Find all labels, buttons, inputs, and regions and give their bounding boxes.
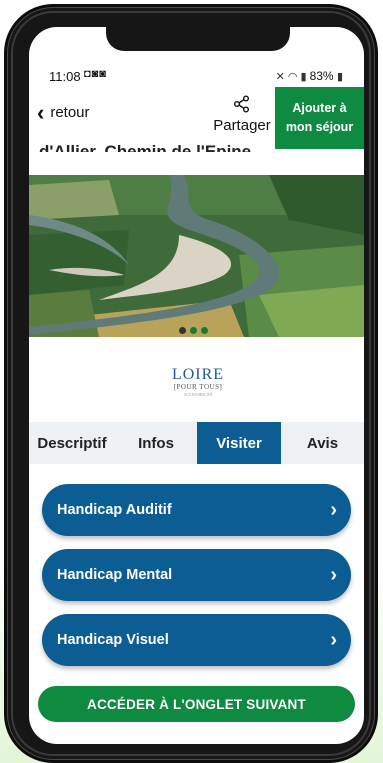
handicap-auditif-button[interactable]: Handicap Auditif › — [42, 484, 351, 536]
battery-icon: ▮ — [336, 71, 343, 83]
carousel-dot[interactable] — [190, 327, 197, 334]
section-label: Handicap Auditif — [57, 502, 172, 518]
status-bar: 11:08 ◘◙◙ ✕ ◠ ▮ 83% ▮ — [29, 66, 364, 86]
battery-level: 83% — [309, 69, 334, 83]
mute-icon: ✕ — [275, 71, 285, 83]
carousel-dot[interactable] — [179, 327, 186, 334]
share-label: Partager — [213, 117, 271, 134]
chevron-right-icon: › — [330, 563, 337, 586]
logo-sub-text: [POUR TOUS] — [173, 383, 223, 391]
notification-icons: ◘◙◙ — [84, 68, 107, 80]
aerial-river-photo — [29, 175, 364, 337]
next-tab-button[interactable]: ACCÉDER À L'ONGLET SUIVANT — [38, 686, 355, 722]
logo-tag-text: ACCESSIBILITÉ — [183, 392, 213, 397]
status-time: 11:08 — [49, 69, 81, 84]
hero-image[interactable] — [29, 175, 364, 337]
section-label: Handicap Visuel — [57, 632, 169, 648]
tab-bar: Descriptif Infos Visiter Avis — [29, 422, 364, 464]
app-screen: 11:08 ◘◙◙ ✕ ◠ ▮ 83% ▮ ‹ retour Partager Ajo… — [29, 27, 364, 744]
back-button[interactable]: ‹ retour — [37, 99, 90, 125]
page-title: d'Allier, Chemin de l'Epine — [39, 142, 252, 152]
chevron-right-icon: › — [330, 628, 337, 651]
share-icon — [234, 95, 249, 113]
loire-pour-tous-logo: LOIRE [POUR TOUS] ACCESSIBILITÉ — [170, 366, 226, 404]
handicap-mental-button[interactable]: Handicap Mental › — [42, 549, 351, 601]
chevron-right-icon: › — [330, 498, 337, 521]
wifi-icon: ◠ — [287, 71, 298, 83]
section-label: Handicap Mental — [57, 567, 173, 583]
carousel-dots[interactable] — [179, 327, 208, 334]
back-label: retour — [50, 104, 90, 121]
handicap-visuel-button[interactable]: Handicap Visuel › — [42, 614, 351, 666]
tab-visiter[interactable]: Visiter — [197, 422, 281, 464]
chevron-left-icon: ‹ — [37, 99, 45, 125]
camera-notch — [106, 27, 290, 51]
tab-descriptif[interactable]: Descriptif — [29, 422, 115, 464]
tab-infos[interactable]: Infos — [115, 422, 197, 464]
status-indicators: ✕ ◠ ▮ 83% ▮ — [276, 69, 346, 83]
tab-avis[interactable]: Avis — [281, 422, 364, 464]
share-button[interactable]: Partager — [207, 89, 277, 134]
carousel-dot[interactable] — [201, 327, 208, 334]
signal-icon: ▮ — [300, 71, 307, 83]
logo-main-text: LOIRE — [171, 366, 225, 383]
